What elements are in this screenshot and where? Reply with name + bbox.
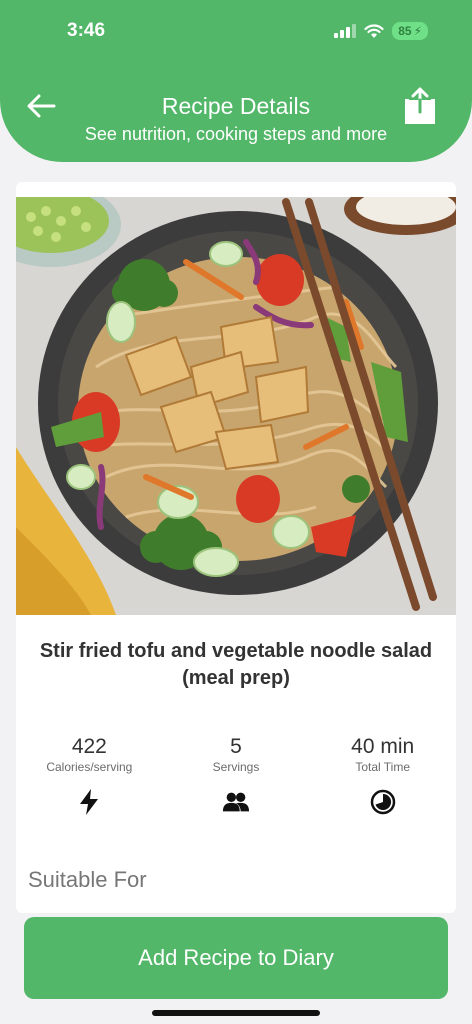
home-indicator — [152, 1010, 320, 1016]
status-time: 3:46 — [67, 20, 106, 41]
share-icon — [405, 87, 435, 124]
recipe-details-screen: 3:46 85 ⚡ Recipe Details See nutrition, … — [0, 0, 472, 1024]
recipe-name: Stir fried tofu and vegetable noodle sal… — [39, 640, 433, 689]
time-label: Total Time — [355, 760, 411, 774]
page-title: Recipe Details — [161, 93, 311, 119]
wifi-icon — [364, 23, 384, 39]
stat-calories: 422 Calories/serving — [16, 735, 163, 816]
lightning-icon — [75, 788, 103, 816]
timer-icon — [369, 788, 397, 816]
status-indicators: 85 ⚡ — [334, 22, 428, 40]
share-button[interactable] — [403, 86, 437, 126]
recipe-image — [16, 197, 456, 615]
people-icon — [222, 788, 250, 816]
stat-total-time: 40 min Total Time — [309, 735, 456, 816]
battery-level: 85 — [398, 24, 412, 38]
battery-indicator: 85 ⚡ — [392, 22, 428, 40]
page-subtitle: See nutrition, cooking steps and more — [84, 124, 388, 144]
stat-servings: 5 Servings — [163, 735, 310, 816]
calories-value: 422 — [71, 735, 107, 758]
add-recipe-to-diary-button[interactable]: Add Recipe to Diary — [24, 917, 448, 999]
recipe-stats: 422 Calories/serving 5 Servings 40 min T… — [16, 735, 456, 816]
servings-value: 5 — [230, 735, 242, 758]
recipe-card: Stir fried tofu and vegetable noodle sal… — [16, 182, 456, 913]
header: 3:46 85 ⚡ Recipe Details See nutrition, … — [0, 0, 472, 162]
servings-label: Servings — [212, 760, 260, 774]
signal-icon — [334, 24, 357, 38]
suitable-for-heading: Suitable For — [28, 867, 147, 892]
calories-label: Calories/serving — [46, 760, 133, 774]
time-value: 40 min — [351, 735, 415, 758]
charging-icon: ⚡ — [413, 24, 422, 38]
